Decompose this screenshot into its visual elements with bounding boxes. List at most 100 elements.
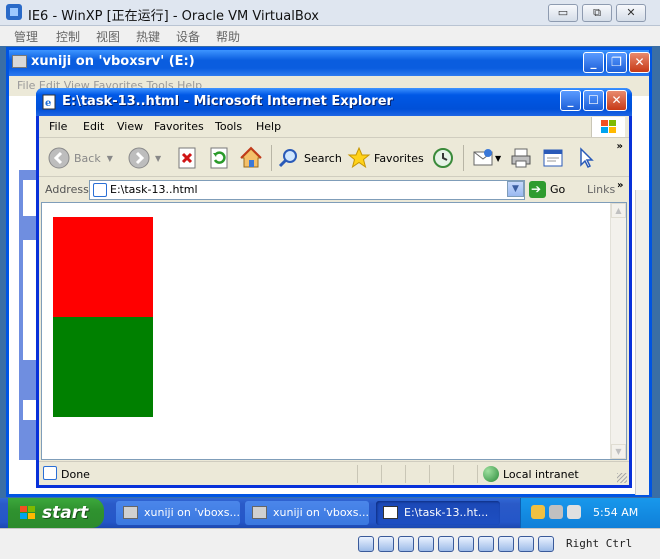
taskbar-item-label: xuniji on 'vboxs... [273, 506, 369, 519]
history-button[interactable] [431, 145, 455, 171]
taskbar-item-explorer-2[interactable]: xuniji on 'vboxs... [245, 501, 369, 525]
ie-page-icon [383, 506, 398, 519]
refresh-button[interactable] [207, 145, 231, 171]
forward-arrow-icon [128, 147, 150, 169]
shared-folders-icon[interactable] [478, 536, 494, 552]
mail-button[interactable]: ▼ [471, 145, 501, 171]
ie-window[interactable]: e E:\task-13..html - Microsoft Internet … [36, 88, 632, 488]
vbox-menu-help[interactable]: 帮助 [216, 28, 240, 45]
usb-icon[interactable] [458, 536, 474, 552]
background-restore-button[interactable]: ❐ [606, 52, 627, 73]
mouse-integration-icon[interactable] [538, 536, 554, 552]
tray-network-icon[interactable] [531, 505, 545, 519]
start-label: start [42, 503, 89, 523]
back-button[interactable]: Back ▼ [47, 145, 113, 171]
mail-dropdown-icon[interactable]: ▼ [495, 154, 501, 163]
pen-icon[interactable] [418, 536, 434, 552]
ie-titlebar: e E:\task-13..html - Microsoft Internet … [36, 88, 632, 116]
print-button[interactable] [509, 145, 533, 171]
toolbar-overflow-chevron[interactable]: » [617, 141, 623, 152]
vbox-menu-manage[interactable]: 管理 [14, 28, 38, 45]
vbox-statusbar: Right Ctrl [0, 528, 660, 559]
windows-throbber [591, 117, 625, 137]
vbox-minimize-button[interactable]: ▭ [548, 4, 578, 22]
forward-button[interactable]: ▼ [127, 145, 161, 171]
network-drive-icon [12, 55, 27, 68]
taskbar-item-ie[interactable]: E:\task-13..ht... [376, 501, 500, 525]
vbox-menubar: 管理 控制 视图 热键 设备 帮助 [0, 26, 660, 46]
address-bar: Address E:\task-13..html ▼ Go Links » [39, 178, 629, 202]
back-dropdown-icon[interactable]: ▼ [107, 154, 113, 163]
go-button[interactable]: Go [529, 181, 565, 198]
scroll-down-arrow-icon[interactable]: ▼ [611, 444, 626, 459]
clock: 5:54 AM [593, 506, 639, 519]
vbox-close-button[interactable]: ✕ [616, 4, 646, 22]
taskbar-item-explorer-1[interactable]: xuniji on 'vboxs... [116, 501, 240, 525]
windows-flag-icon [20, 506, 36, 520]
search-icon [278, 149, 297, 168]
background-close-button[interactable]: ✕ [629, 52, 650, 73]
background-window-title: xuniji on 'vboxsrv' (E:) [31, 54, 195, 69]
host-key-label: Right Ctrl [566, 537, 633, 550]
recording-icon[interactable] [518, 536, 534, 552]
ie-minimize-button[interactable]: _ [560, 90, 581, 111]
background-minimize-button[interactable]: _ [583, 52, 604, 73]
search-button[interactable]: Search [277, 145, 342, 171]
vbox-menu-devices[interactable]: 设备 [176, 28, 200, 45]
security-zone-text: Local intranet [503, 468, 579, 481]
menu-favorites[interactable]: Favorites [154, 120, 204, 133]
windows-flag-icon [601, 120, 617, 134]
tray-shield-icon[interactable] [567, 505, 581, 519]
optical-drive-icon[interactable] [378, 536, 394, 552]
page-viewport: ▲ ▼ [41, 202, 627, 460]
edit-button[interactable] [541, 145, 565, 171]
go-arrow-icon [529, 181, 546, 198]
toolbar-separator [271, 145, 272, 171]
menu-file[interactable]: File [49, 120, 67, 133]
background-scrollbar[interactable] [635, 190, 649, 495]
menu-help[interactable]: Help [256, 120, 281, 133]
hard-disk-icon[interactable] [358, 536, 374, 552]
tray-speaker-icon[interactable] [549, 505, 563, 519]
page-vertical-scrollbar[interactable]: ▲ ▼ [610, 203, 626, 459]
page-icon [93, 183, 107, 197]
home-icon [240, 146, 262, 168]
go-label: Go [550, 183, 566, 196]
vbox-menu-view[interactable]: 视图 [96, 28, 120, 45]
printer-icon [511, 148, 531, 168]
back-label: Back [74, 151, 101, 165]
back-arrow-icon [48, 147, 70, 169]
menu-view[interactable]: View [117, 120, 143, 133]
address-dropdown-button[interactable]: ▼ [507, 181, 524, 197]
network-drive-icon [252, 506, 267, 519]
ie-maximize-button[interactable]: ☐ [583, 90, 604, 111]
ie-close-button[interactable]: ✕ [606, 90, 627, 111]
refresh-icon [210, 147, 228, 169]
audio-icon[interactable] [398, 536, 414, 552]
status-text: Done [61, 468, 90, 481]
ie-window-title: E:\task-13..html - Microsoft Internet Ex… [62, 94, 393, 109]
vbox-menu-hotkey[interactable]: 热键 [136, 28, 160, 45]
page-done-icon [43, 466, 57, 480]
menu-tools[interactable]: Tools [215, 120, 242, 133]
menu-edit[interactable]: Edit [83, 120, 104, 133]
scroll-up-arrow-icon[interactable]: ▲ [611, 203, 626, 218]
links-overflow-chevron[interactable]: » [617, 180, 623, 191]
address-value: E:\task-13..html [110, 183, 198, 196]
forward-dropdown-icon[interactable]: ▼ [155, 154, 161, 163]
links-toolbar[interactable]: Links [587, 183, 615, 196]
stop-button[interactable] [175, 145, 199, 171]
resize-grip[interactable] [617, 473, 627, 483]
display-icon[interactable] [498, 536, 514, 552]
status-cell [381, 465, 405, 483]
home-button[interactable] [239, 145, 263, 171]
vbox-menu-control[interactable]: 控制 [56, 28, 80, 45]
vbox-restore-button[interactable]: ⧉ [582, 4, 612, 22]
messenger-button[interactable] [573, 145, 597, 171]
network-icon[interactable] [438, 536, 454, 552]
taskbar: start xuniji on 'vboxs... xuniji on 'vbo… [0, 498, 660, 528]
start-button[interactable]: start [8, 498, 104, 528]
address-input[interactable]: E:\task-13..html [89, 180, 525, 200]
favorites-button[interactable]: Favorites [347, 145, 424, 171]
virtualbox-logo-icon [6, 4, 22, 20]
